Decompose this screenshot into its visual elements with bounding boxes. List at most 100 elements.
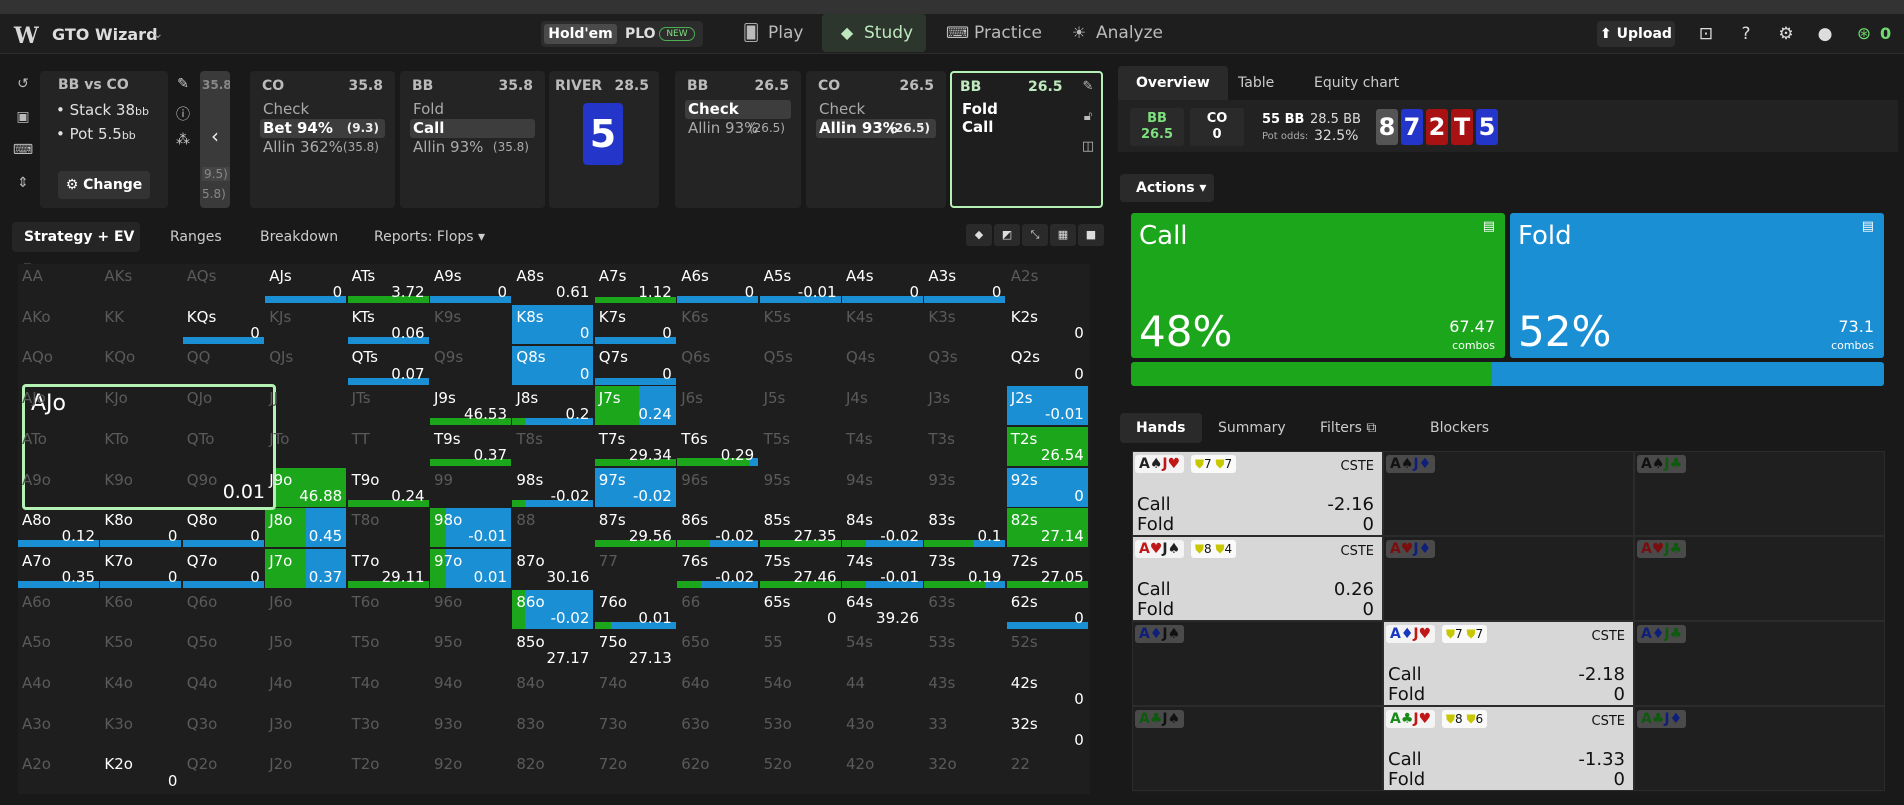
grid-cell-t3s[interactable]: T3s	[924, 426, 1006, 466]
grid-cell-t6s[interactable]: 0.29 T6s	[677, 426, 759, 466]
current-action-call[interactable]: Call	[962, 118, 993, 136]
grid-cell-q7s[interactable]: 0 Q7s	[594, 345, 676, 385]
grid-cell-t8o[interactable]: T8o	[347, 508, 429, 548]
grid-cell-tt[interactable]: TT	[347, 426, 429, 466]
action-option[interactable]: Check	[816, 100, 936, 119]
grid-cell-65o[interactable]: 65o	[677, 630, 759, 670]
grid-cell-t2o[interactable]: T2o	[347, 752, 429, 792]
user-icon[interactable]: ●	[1813, 22, 1837, 46]
action-card[interactable]: BB 35.8 Fold Call Allin 93% (35.8)	[400, 71, 545, 208]
grid-cell-j5s[interactable]: J5s	[759, 386, 841, 426]
grid-cell-t5o[interactable]: T5o	[347, 630, 429, 670]
grid-cell-a7o[interactable]: 0.35 A7o	[18, 548, 99, 589]
grid-cell-87o[interactable]: 30.16 87o	[512, 548, 594, 589]
tab-strategy-ev[interactable]: Strategy + EV ▾	[12, 222, 140, 275]
grid-cell-83s[interactable]: 0.1 83s	[924, 508, 1006, 548]
plo-toggle[interactable]: PLO	[625, 24, 656, 44]
grid-cell-a4o[interactable]: A4o	[18, 671, 99, 711]
grid-cell-aks[interactable]: AKs	[100, 264, 182, 304]
grid-cell-ats[interactable]: 3.72 ATs	[347, 264, 429, 304]
grid-cell-kjs[interactable]: KJs	[265, 304, 347, 344]
grid-cell-44[interactable]: 44	[842, 671, 923, 711]
grid-cell-q6o[interactable]: Q6o	[182, 589, 264, 629]
info-icon[interactable]: ⓘ	[172, 104, 194, 132]
grid-cell-j8s[interactable]: 0.2 J8s	[512, 386, 594, 426]
hand-combo-cell[interactable]: A♥J♦	[1383, 536, 1634, 621]
grid-cell-k2o[interactable]: 0 K2o	[100, 752, 182, 792]
grid-cell-85o[interactable]: 27.17 85o	[512, 630, 594, 670]
gamepad-icon[interactable]: ⌨	[12, 142, 34, 175]
grid-cell-k8s[interactable]: 0 K8s	[512, 304, 594, 344]
grid-cell-k4s[interactable]: K4s	[842, 304, 923, 344]
grid-cell-k3s[interactable]: K3s	[924, 304, 1006, 344]
reset-icon[interactable]: ↺	[12, 76, 34, 109]
hand-combo-cell[interactable]: A♣J♦	[1634, 706, 1885, 791]
grid-cell-86s[interactable]: -0.02 86s	[677, 508, 759, 548]
grid-cell-q4s[interactable]: Q4s	[842, 345, 923, 385]
grid-cell-q2s[interactable]: 0 Q2s	[1006, 345, 1088, 385]
grid-cell-k5s[interactable]: K5s	[759, 304, 841, 344]
grid-cell-63s[interactable]: 63s	[924, 589, 1006, 629]
hand-combo-cell[interactable]: A♠J♥ ⛊7 ⛊7 CSTE Call -2.16 Fold 0	[1132, 451, 1383, 536]
grid-cell-a5o[interactable]: A5o	[18, 630, 99, 670]
compress-icon[interactable]: ⤡	[1022, 224, 1048, 246]
grid-cell-kk[interactable]: KK	[100, 304, 182, 344]
grid-cell-t7o[interactable]: 29.11 T7o	[347, 548, 429, 589]
chevron-down-icon[interactable]: ⌄	[152, 26, 164, 42]
grid-cell-96s[interactable]: 96s	[677, 467, 759, 507]
grid-cell-96o[interactable]: 96o	[430, 589, 511, 629]
grid-cell-j5o[interactable]: J5o	[265, 630, 347, 670]
grid-cell-jts[interactable]: JTs	[347, 386, 429, 426]
grid-cell-92s[interactable]: 0 92s	[1006, 467, 1088, 507]
help-icon[interactable]: ?	[1734, 22, 1758, 46]
grid-cell-j6o[interactable]: J6o	[265, 589, 347, 629]
grid-cell-q6s[interactable]: Q6s	[677, 345, 759, 385]
hand-combo-cell[interactable]: A♦J♥ ⛊7 ⛊7 CSTE Call -2.18 Fold 0	[1383, 621, 1634, 706]
grid-cell-65s[interactable]: 0 65s	[759, 589, 841, 629]
tab-overview[interactable]: Overview	[1118, 66, 1228, 100]
grid-cell-q8s[interactable]: 0 Q8s	[512, 345, 594, 385]
grid-cell-76s[interactable]: -0.02 76s	[677, 548, 759, 589]
grid-cell-32s[interactable]: 0 32s	[1006, 711, 1088, 751]
grid-cell-97s[interactable]: -0.02 97s	[594, 467, 676, 507]
fold-action-box[interactable]: Fold 52% 73.1 combos ▤	[1510, 213, 1884, 358]
grid-cell-a8s[interactable]: 0.61 A8s	[512, 264, 594, 304]
action-option[interactable]: Allin 93% (26.5)	[685, 119, 791, 138]
grid-cell-74o[interactable]: 74o	[594, 671, 676, 711]
lock-icon[interactable]: 🔓︎	[1078, 109, 1098, 124]
grid-cell-52s[interactable]: 52s	[1006, 630, 1088, 670]
current-node-card[interactable]: BB 26.5 Fold Call ✎ 🔓︎ ◫	[950, 71, 1103, 208]
grid-cell-t7s[interactable]: 29.34 T7s	[594, 426, 676, 466]
action-option[interactable]: Call	[410, 119, 535, 138]
grid-cell-j2s[interactable]: -0.01 J2s	[1006, 386, 1088, 426]
grid-cell-a9s[interactable]: 0 A9s	[430, 264, 511, 304]
grid-cell-64s[interactable]: 39.26 64s	[842, 589, 923, 629]
grid-cell-t9o[interactable]: 0.24 T9o	[347, 467, 429, 507]
tab-filters[interactable]: Filters ⧉	[1320, 413, 1376, 443]
grid-cell-j3o[interactable]: J3o	[265, 711, 347, 751]
grid-cell-84s[interactable]: -0.02 84s	[842, 508, 923, 548]
grid-cell-t5s[interactable]: T5s	[759, 426, 841, 466]
grid-cell-92o[interactable]: 92o	[430, 752, 511, 792]
grid-cell-83o[interactable]: 83o	[512, 711, 594, 751]
grid-cell-98s[interactable]: -0.02 98s	[512, 467, 594, 507]
grid-cell-jto[interactable]: JTo	[265, 426, 347, 466]
grid-cell-a7s[interactable]: 1.12 A7s	[594, 264, 676, 304]
action-option[interactable]: Bet 94% (9.3)	[260, 119, 385, 138]
action-option[interactable]: Allin 93% (35.8)	[410, 138, 535, 157]
grid-cell-98o[interactable]: -0.01 98o	[430, 508, 511, 548]
tab-equity-chart[interactable]: Equity chart	[1314, 66, 1399, 100]
grid-cell-k3o[interactable]: K3o	[100, 711, 182, 751]
river-board-card[interactable]: 5	[583, 103, 623, 165]
hand-combo-cell[interactable]: A♣J♥ ⛊8 ⛊6 CSTE Call -1.33 Fold 0	[1383, 706, 1634, 791]
grid-cell-k8o[interactable]: 0 K8o	[100, 508, 182, 548]
grid-cell-75s[interactable]: 27.46 75s	[759, 548, 841, 589]
grid-cell-94s[interactable]: 94s	[842, 467, 923, 507]
grid-cell-q2o[interactable]: Q2o	[182, 752, 264, 792]
action-option[interactable]: Allin 93% (26.5)	[816, 119, 936, 138]
change-button[interactable]: ⚙ Change	[58, 171, 150, 199]
view-3d-icon[interactable]: ◆	[966, 224, 992, 246]
hand-combo-cell[interactable]: A♠J♦	[1383, 451, 1634, 536]
grid-cell-a2s[interactable]: A2s	[1006, 264, 1088, 304]
grid-cell-94o[interactable]: 94o	[430, 671, 511, 711]
